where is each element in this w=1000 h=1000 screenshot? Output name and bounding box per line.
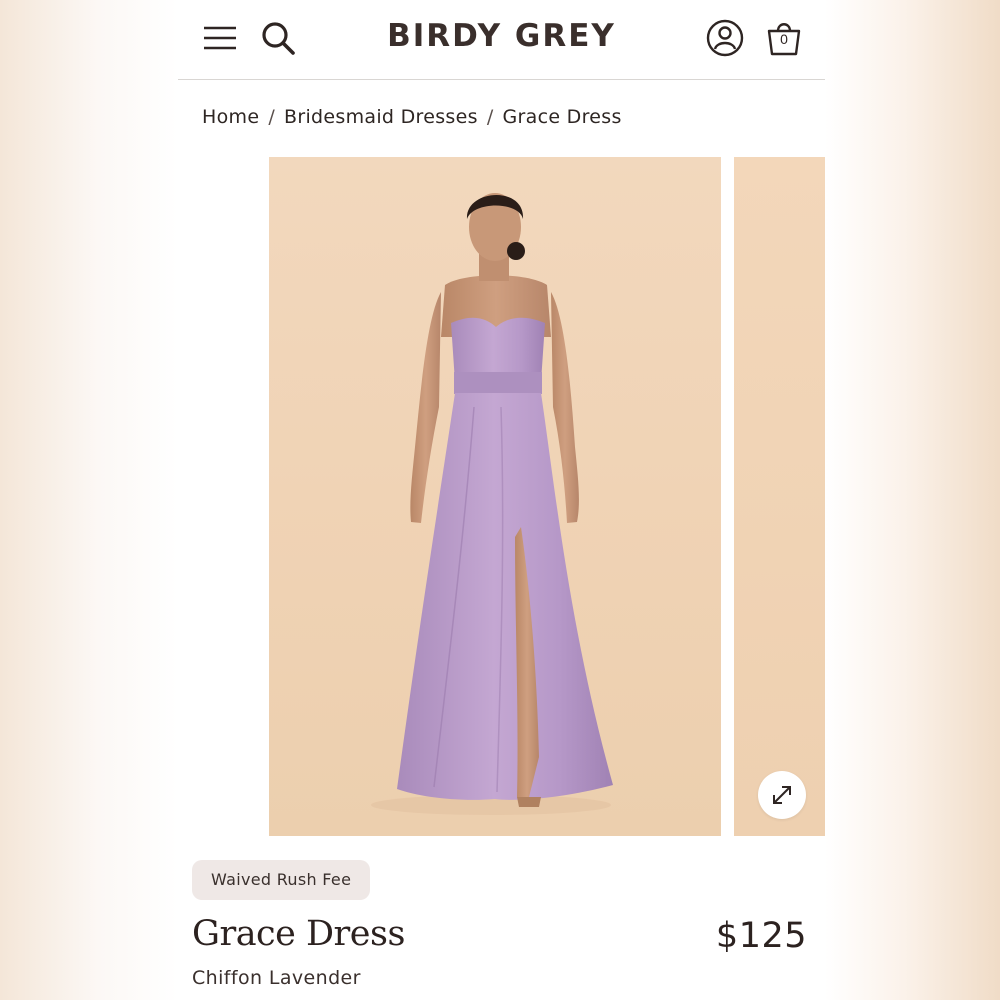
product-main-image[interactable] [269,157,721,836]
account-icon [706,19,744,57]
expand-icon [773,786,791,804]
site-header: BIRDY GREY 0 [178,0,825,80]
product-price: $125 [715,916,807,956]
cart-button[interactable]: 0 [763,17,805,59]
breadcrumb-home-link[interactable]: Home [202,106,259,128]
breadcrumb-current-page: Grace Dress [502,106,622,128]
rush-fee-badge: Waived Rush Fee [192,860,371,900]
left-backdrop [0,0,178,1000]
right-backdrop [825,0,1000,1000]
mobile-screen: BIRDY GREY 0 Home / Bridesmaid Dresses / Gra… [178,0,825,1000]
model-lavender-strapless-gown-image [371,193,613,815]
account-button[interactable] [704,17,746,59]
breadcrumb-separator: / [486,106,494,128]
breadcrumb: Home / Bridesmaid Dresses / Grace Dress [202,106,622,128]
product-image-carousel[interactable] [178,157,825,836]
product-variant: Chiffon Lavender [192,967,361,989]
cart-count: 0 [780,31,788,47]
breadcrumb-separator: / [268,106,276,128]
product-title: Grace Dress [192,914,405,954]
breadcrumb-category-link[interactable]: Bridesmaid Dresses [284,106,478,128]
product-next-image-preview[interactable] [734,157,825,836]
expand-image-button[interactable] [758,771,806,819]
